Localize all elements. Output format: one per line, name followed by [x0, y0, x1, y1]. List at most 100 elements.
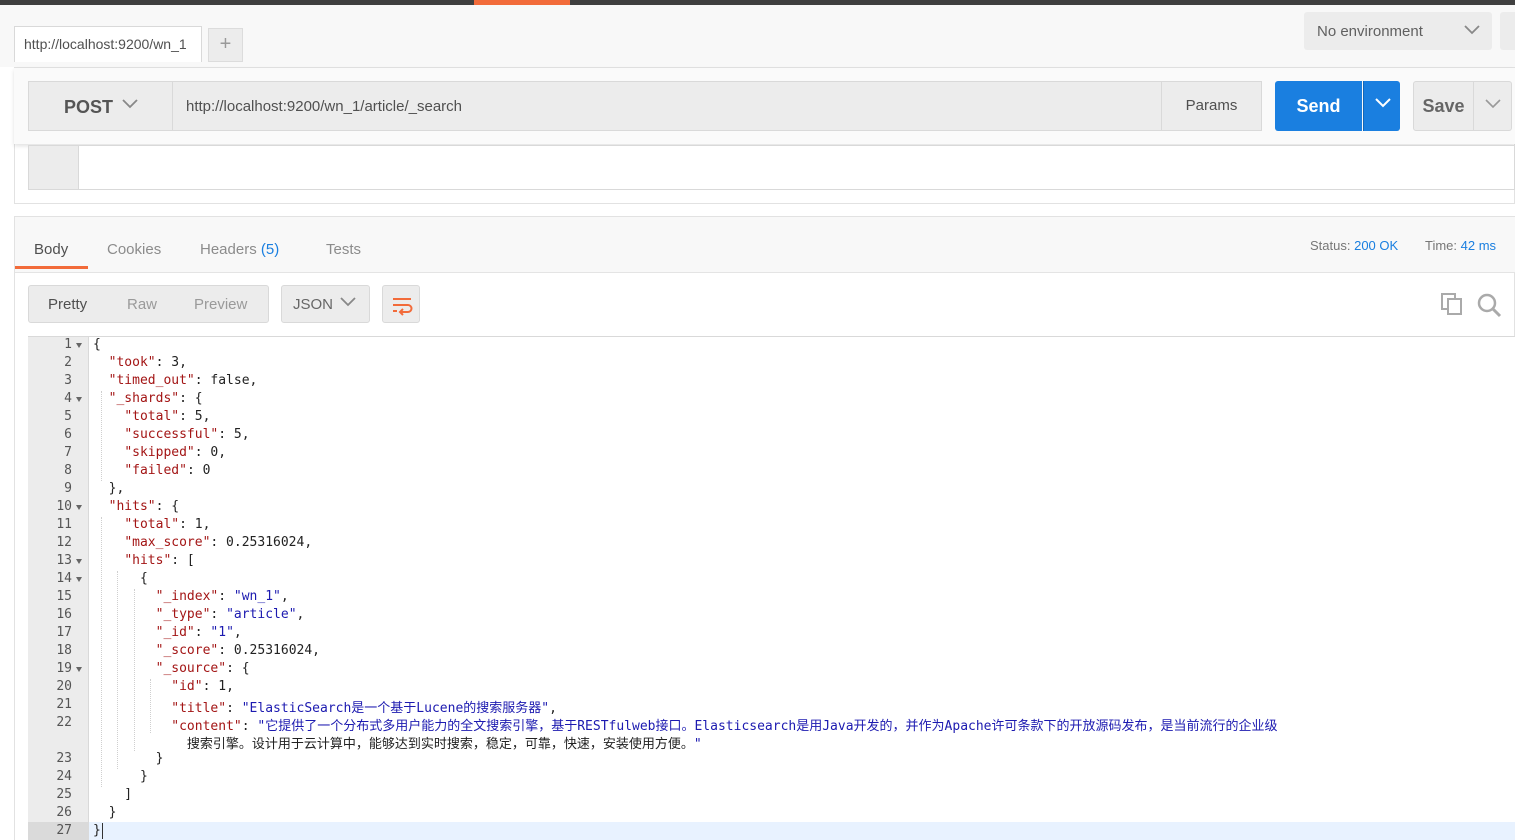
line-number: 23: [56, 751, 72, 766]
fold-arrow-icon[interactable]: [76, 397, 82, 402]
status-readout: Status: 200 OK: [1310, 238, 1398, 253]
line-number: 15: [56, 589, 72, 604]
code-line: "hits": {: [108, 499, 180, 514]
chevron-down-icon: [122, 99, 138, 109]
line-number: 7: [64, 445, 72, 460]
line-number: 1: [64, 337, 72, 352]
line-number: 8: [64, 463, 72, 478]
code-line: "_shards": {: [108, 391, 203, 406]
line-number: 11: [56, 517, 72, 532]
line-number: 14: [56, 571, 72, 586]
code-line: "skipped": 0,: [124, 445, 227, 460]
view-pretty-button[interactable]: Pretty: [48, 296, 87, 313]
status-label: Status:: [1310, 238, 1351, 253]
indent-guide: [117, 571, 118, 769]
code-line: "failed": 0: [124, 463, 211, 478]
code-line: ]: [93, 787, 133, 802]
code-line: "_score": 0.25316024,: [155, 643, 320, 658]
view-raw-button[interactable]: Raw: [127, 296, 157, 313]
line-number: 21: [56, 697, 72, 712]
active-tab-underline: [15, 266, 88, 269]
copy-icon[interactable]: [1440, 292, 1464, 316]
chevron-down-icon: [1375, 98, 1391, 108]
fold-arrow-icon[interactable]: [76, 343, 82, 348]
line-number: 27: [56, 823, 72, 838]
headers-count-badge: (5): [260, 241, 280, 258]
fold-arrow-icon[interactable]: [76, 505, 82, 510]
code-line: 搜索引擎。设计用于云计算中，能够达到实时搜索，稳定，可靠，快速，安装使用方便。": [93, 737, 702, 752]
search-icon[interactable]: [1476, 292, 1502, 318]
response-body-editor[interactable]: [28, 336, 1515, 840]
code-line: "id": 1,: [171, 679, 234, 694]
request-tab[interactable]: http://localhost:9200/wn_1: [14, 26, 202, 62]
line-number: 2: [64, 355, 72, 370]
code-line: }: [93, 751, 164, 766]
line-number: 26: [56, 805, 72, 820]
line-number: 13: [56, 553, 72, 568]
line-number: 4: [64, 391, 72, 406]
code-line: {: [93, 337, 101, 352]
view-preview-button[interactable]: Preview: [194, 296, 247, 313]
wrap-lines-icon: [393, 298, 413, 316]
line-number: 25: [56, 787, 72, 802]
tab-tests[interactable]: Tests: [326, 241, 361, 258]
tab-headers[interactable]: Headers (5): [200, 241, 279, 258]
fold-arrow-icon[interactable]: [76, 577, 82, 582]
line-number: 20: [56, 679, 72, 694]
save-button[interactable]: Save: [1413, 81, 1474, 131]
code-line: },: [93, 481, 125, 496]
new-tab-button[interactable]: +: [208, 28, 243, 62]
wrap-lines-button[interactable]: [382, 285, 420, 323]
line-number: 22: [56, 715, 72, 730]
code-line: "took": 3,: [108, 355, 187, 370]
indent-guide: [101, 517, 102, 787]
save-options-button[interactable]: [1474, 81, 1512, 131]
code-line: "title": "ElasticSearch是一个基于Lucene的搜索服务器…: [171, 701, 557, 716]
params-button[interactable]: Params: [1161, 81, 1262, 131]
time-value: 42 ms: [1460, 238, 1497, 253]
tab-body[interactable]: Body: [34, 241, 68, 258]
indent-guide: [101, 391, 102, 481]
status-value: 200 OK: [1354, 238, 1399, 253]
code-line: "hits": [: [124, 553, 195, 568]
environment-label: No environment: [1317, 23, 1423, 40]
format-select[interactable]: JSON: [281, 285, 370, 323]
active-line-highlight: [89, 822, 1515, 840]
code-line: "total": 5,: [124, 409, 211, 424]
line-number: 10: [56, 499, 72, 514]
line-number: 17: [56, 625, 72, 640]
tab-cookies[interactable]: Cookies: [107, 241, 161, 258]
url-input[interactable]: http://localhost:9200/wn_1/article/_sear…: [173, 81, 1162, 131]
method-select[interactable]: POST: [28, 81, 173, 131]
code-line: "timed_out": false,: [108, 373, 258, 388]
chevron-down-icon: [340, 297, 356, 307]
line-number: 19: [56, 661, 72, 676]
environment-quick-look-button[interactable]: [1500, 12, 1515, 50]
fold-arrow-icon[interactable]: [76, 667, 82, 672]
line-number: 6: [64, 427, 72, 442]
line-number: 24: [56, 769, 72, 784]
line-number: 12: [56, 535, 72, 550]
code-line: "_index": "wn_1",: [155, 589, 289, 604]
text-cursor: [102, 823, 103, 839]
request-body-editor[interactable]: [79, 145, 1515, 190]
chevron-down-icon: [1485, 99, 1501, 109]
line-number: 9: [64, 481, 72, 496]
format-label: JSON: [293, 296, 334, 313]
time-label: Time:: [1425, 238, 1458, 253]
line-number: 5: [64, 409, 72, 424]
chevron-down-icon: [1464, 25, 1480, 35]
code-line: "_id": "1",: [155, 625, 242, 640]
send-options-button[interactable]: [1363, 81, 1400, 131]
send-button[interactable]: Send: [1275, 81, 1362, 131]
environment-select[interactable]: No environment: [1304, 12, 1492, 50]
indent-guide: [150, 679, 151, 733]
code-line: "successful": 5,: [124, 427, 250, 442]
fold-arrow-icon[interactable]: [76, 559, 82, 564]
plus-icon: +: [219, 33, 232, 55]
code-line: "_type": "article",: [155, 607, 305, 622]
request-body-gutter: [28, 145, 79, 190]
method-label: POST: [64, 97, 114, 117]
line-number: 3: [64, 373, 72, 388]
code-line: "content": "它提供了一个分布式多用户能力的全文搜索引擎，基于REST…: [171, 719, 1278, 734]
